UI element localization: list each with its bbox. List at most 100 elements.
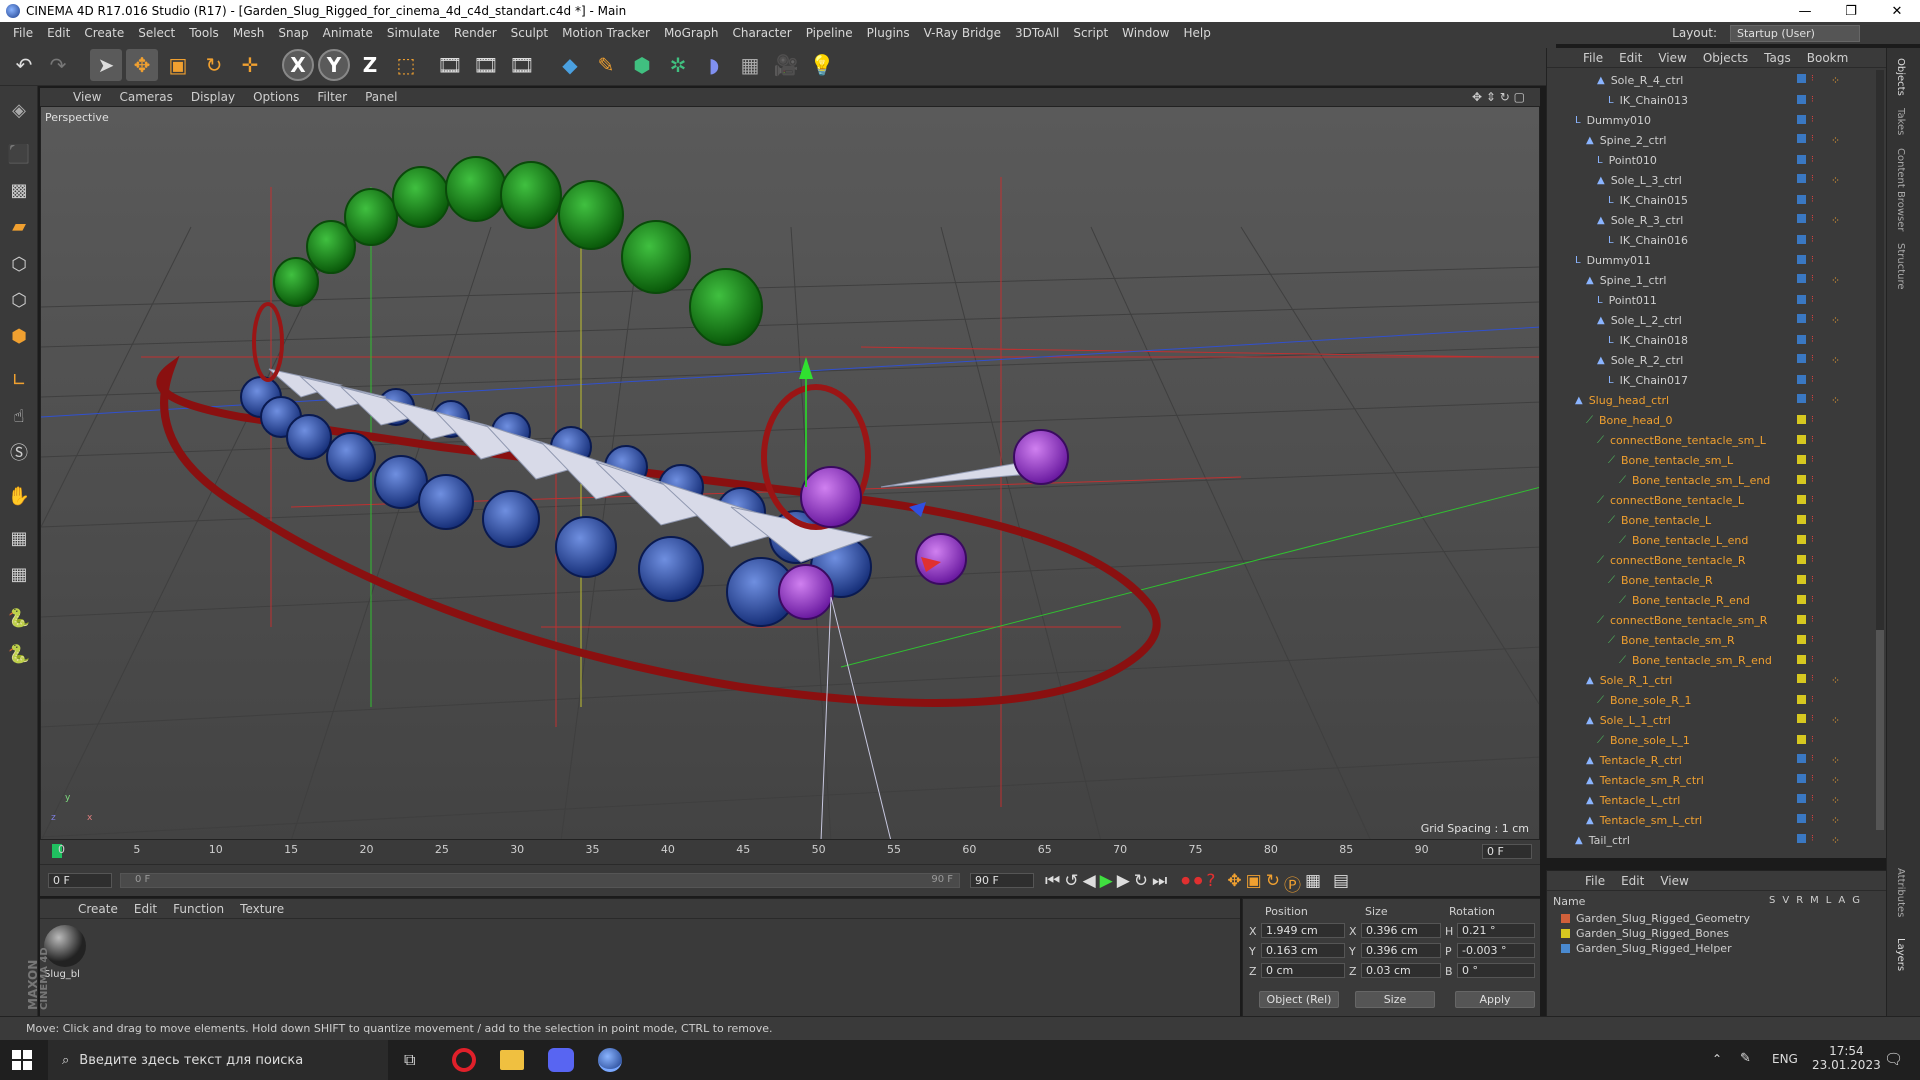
viewport-menu-view[interactable]: View xyxy=(64,90,110,104)
tab-attributes[interactable]: Attributes xyxy=(1895,868,1906,917)
layer-color-swatch[interactable] xyxy=(1797,773,1806,783)
tag-icon[interactable]: ⁘ xyxy=(1831,174,1840,187)
object-row[interactable]: ▲ Slug_head_ctrl ⁝ ⁘ xyxy=(1547,390,1877,410)
tag-icon[interactable]: ⁘ xyxy=(1831,794,1840,807)
om-menu-edit[interactable]: Edit xyxy=(1611,51,1650,65)
object-row[interactable]: ▲ Sole_L_1_ctrl ⁝ ⁘ xyxy=(1547,710,1877,730)
coordinate-mode-dropdown[interactable]: Object (Rel) xyxy=(1259,991,1339,1008)
visibility-dots-icon[interactable]: ⁝ xyxy=(1811,195,1814,205)
axis-mode-icon[interactable]: ∟ xyxy=(3,364,35,396)
task-view-icon[interactable]: ⧉ xyxy=(404,1050,415,1070)
taskbar-search-box[interactable]: ⌕ Введите здесь текст для поиска xyxy=(48,1040,388,1080)
rot-p-field[interactable]: -0.003 ° xyxy=(1457,943,1535,958)
object-row[interactable]: ▲ Sole_L_3_ctrl ⁝ ⁘ xyxy=(1547,170,1877,190)
visibility-dots-icon[interactable]: ⁝ xyxy=(1811,74,1814,87)
key-position-icon[interactable]: ✥ xyxy=(1227,871,1241,896)
object-tree-scrollbar[interactable] xyxy=(1876,70,1884,830)
visibility-dots-icon[interactable]: ⁝ xyxy=(1811,274,1814,287)
visibility-dots-icon[interactable]: ⁝ xyxy=(1811,635,1814,645)
layer-color-swatch[interactable] xyxy=(1797,173,1806,183)
object-row[interactable]: ▲ Tentacle_L_ctrl ⁝ ⁘ xyxy=(1547,790,1877,810)
visibility-dots-icon[interactable]: ⁝ xyxy=(1811,495,1814,505)
x-axis-lock-button[interactable]: X xyxy=(282,49,314,81)
floor-icon[interactable]: ▦ xyxy=(734,49,766,81)
viewport-nav-icons[interactable]: ✥ ⇕ ↻ ▢ xyxy=(1463,90,1534,104)
minimize-button[interactable]: — xyxy=(1782,0,1828,22)
tag-icon[interactable]: ⁘ xyxy=(1831,354,1840,367)
workplane-mode-icon[interactable]: ▰ xyxy=(3,210,35,242)
keyframe-selection-icon[interactable]: ? xyxy=(1206,871,1215,896)
texture-mode-icon[interactable]: ▩ xyxy=(3,174,35,206)
menu-snap[interactable]: Snap xyxy=(271,26,315,40)
timeline-ruler[interactable]: 0 5 10 15 20 25 30 35 40 45 50 55 60 65 … xyxy=(40,840,1540,864)
object-row[interactable]: L IK_Chain016 ⁝ xyxy=(1547,230,1877,250)
layer-color-swatch[interactable] xyxy=(1797,813,1806,823)
tag-icon[interactable]: ⁘ xyxy=(1831,394,1840,407)
layer-color-swatch[interactable] xyxy=(1797,673,1806,683)
visibility-dots-icon[interactable]: ⁝ xyxy=(1811,335,1814,345)
object-row[interactable]: L Dummy010 ⁝ xyxy=(1547,110,1877,130)
object-row[interactable]: ▲ Tentacle_sm_L_ctrl ⁝ ⁘ xyxy=(1547,810,1877,830)
visibility-dots-icon[interactable]: ⁝ xyxy=(1811,774,1814,787)
visibility-dots-icon[interactable]: ⁝ xyxy=(1811,655,1814,665)
visibility-dots-icon[interactable]: ⁝ xyxy=(1811,95,1814,105)
python-script-icon[interactable]: 🐍 xyxy=(3,638,35,670)
coordinate-system-icon[interactable]: ⬚ xyxy=(390,49,422,81)
object-row[interactable]: ⟋ Bone_tentacle_sm_R_end ⁝ xyxy=(1547,650,1877,670)
menu-motion-tracker[interactable]: Motion Tracker xyxy=(555,26,657,40)
viewport-menu-display[interactable]: Display xyxy=(182,90,244,104)
object-row[interactable]: L Dummy011 ⁝ xyxy=(1547,250,1877,270)
render-view-icon[interactable]: 🎞 xyxy=(434,49,466,81)
select-cursor-icon[interactable]: ➤ xyxy=(90,49,122,81)
object-row[interactable]: L IK_Chain018 ⁝ xyxy=(1547,330,1877,350)
key-scale-icon[interactable]: ▣ xyxy=(1246,871,1262,896)
visibility-dots-icon[interactable]: ⁝ xyxy=(1811,354,1814,367)
layer-color-swatch[interactable] xyxy=(1797,115,1806,124)
layer-color-swatch[interactable] xyxy=(1797,435,1806,444)
layer-row[interactable]: Garden_Slug_Rigged_Geometry xyxy=(1561,911,1750,926)
object-row[interactable]: ⟋ Bone_tentacle_sm_L_end ⁝ xyxy=(1547,470,1877,490)
tag-icon[interactable]: ⁘ xyxy=(1831,674,1840,687)
z-axis-lock-button[interactable]: Z xyxy=(354,49,386,81)
tab-objects[interactable]: Objects xyxy=(1895,58,1906,96)
object-row[interactable]: ▲ Sole_R_2_ctrl ⁝ ⁘ xyxy=(1547,350,1877,370)
grid-lock-icon[interactable]: ▦ xyxy=(3,558,35,590)
layer-color-swatch[interactable] xyxy=(1797,735,1806,744)
rot-b-field[interactable]: 0 ° xyxy=(1457,963,1535,978)
visibility-dots-icon[interactable]: ⁝ xyxy=(1811,134,1814,147)
tag-icon[interactable]: ⁘ xyxy=(1831,714,1840,727)
menu-vray-bridge[interactable]: V-Ray Bridge xyxy=(917,26,1008,40)
layer-color-swatch[interactable] xyxy=(1797,255,1806,264)
tag-icon[interactable]: ⁘ xyxy=(1831,74,1840,87)
om-menu-view[interactable]: View xyxy=(1650,51,1694,65)
mograph-cloner-icon[interactable]: ✲ xyxy=(662,49,694,81)
layer-color-swatch[interactable] xyxy=(1797,575,1806,584)
spline-pen-icon[interactable]: ✎ xyxy=(590,49,622,81)
visibility-dots-icon[interactable]: ⁝ xyxy=(1811,455,1814,465)
layer-color-swatch[interactable] xyxy=(1797,155,1806,164)
material-menu-function[interactable]: Function xyxy=(165,902,232,916)
next-key-icon[interactable]: ↻ xyxy=(1134,871,1148,896)
layer-color-swatch[interactable] xyxy=(1797,353,1806,363)
size-mode-dropdown[interactable]: Size xyxy=(1355,991,1435,1008)
material-menu-texture[interactable]: Texture xyxy=(232,902,292,916)
pos-x-field[interactable]: 1.949 cm xyxy=(1261,923,1345,938)
layer-color-swatch[interactable] xyxy=(1797,313,1806,323)
start-frame-field[interactable]: 0 F xyxy=(48,873,112,888)
autokey-icon[interactable]: ⏺ xyxy=(1194,871,1203,896)
rot-h-field[interactable]: 0.21 ° xyxy=(1457,923,1535,938)
object-row[interactable]: ▲ Sole_R_4_ctrl ⁝ ⁘ xyxy=(1547,70,1877,90)
visibility-dots-icon[interactable]: ⁝ xyxy=(1811,695,1814,705)
object-row[interactable]: L Point011 ⁝ xyxy=(1547,290,1877,310)
visibility-dots-icon[interactable]: ⁝ xyxy=(1811,814,1814,827)
language-indicator[interactable]: ENG xyxy=(1772,1052,1798,1066)
menu-render[interactable]: Render xyxy=(447,26,504,40)
apply-button[interactable]: Apply xyxy=(1455,991,1535,1008)
layer-color-swatch[interactable] xyxy=(1797,273,1806,283)
menu-character[interactable]: Character xyxy=(725,26,798,40)
close-button[interactable]: ✕ xyxy=(1874,0,1920,22)
object-row[interactable]: ⟋ Bone_tentacle_L_end ⁝ xyxy=(1547,530,1877,550)
viewport-menu-options[interactable]: Options xyxy=(244,90,308,104)
visibility-dots-icon[interactable]: ⁝ xyxy=(1811,515,1814,525)
om-menu-file[interactable]: File xyxy=(1575,51,1611,65)
